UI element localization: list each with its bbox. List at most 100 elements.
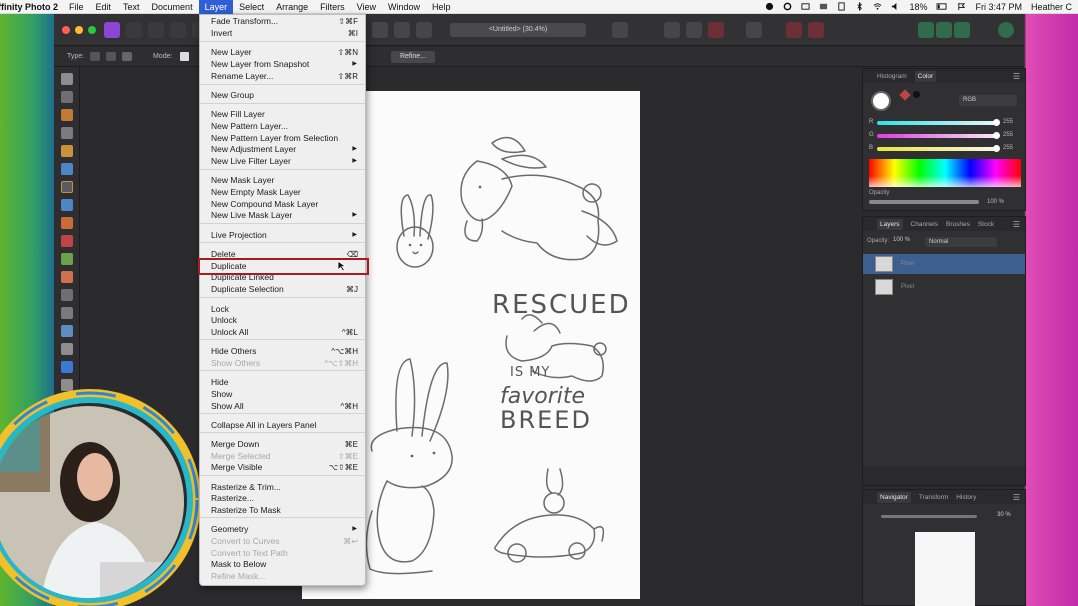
- layer-opacity-value[interactable]: 100 %: [893, 237, 910, 243]
- volume-icon[interactable]: [891, 2, 900, 11]
- record-icon[interactable]: [765, 2, 774, 11]
- menu-item-new-live-filter-layer[interactable]: New Live Filter Layer ▶: [200, 156, 365, 167]
- menu-item-hide-others[interactable]: Hide Others ^⌥⌘H: [200, 346, 365, 357]
- assistant-button[interactable]: [746, 22, 762, 38]
- type-rect-icon[interactable]: [90, 52, 100, 61]
- erase-brush-tool-icon[interactable]: [61, 253, 73, 265]
- menu-item-invert[interactable]: Invert ⌘I: [200, 28, 365, 39]
- menu-item-fade-transform[interactable]: Fade Transform... ⇧⌘F: [200, 16, 365, 27]
- flood-fill-tool-icon[interactable]: [61, 199, 73, 211]
- toolbar-button-2[interactable]: [394, 22, 410, 38]
- layer-row[interactable]: Pixel: [863, 277, 1025, 297]
- panel-menu-icon[interactable]: ☰: [1013, 220, 1020, 229]
- zoom-window-button[interactable]: [88, 26, 96, 34]
- tab-histogram[interactable]: Histogram: [877, 73, 907, 80]
- studio-button-3[interactable]: [954, 22, 970, 38]
- panel-menu-icon[interactable]: ☰: [1013, 72, 1020, 81]
- tone-map-persona-icon[interactable]: [170, 22, 186, 38]
- zoom-tool-icon[interactable]: [61, 307, 73, 319]
- menu-item-show[interactable]: Show: [200, 389, 365, 400]
- color-picker-icon[interactable]: [899, 89, 911, 101]
- crop-tool-icon[interactable]: [61, 127, 73, 139]
- menu-item-mask-to-below[interactable]: Mask to Below: [200, 559, 365, 570]
- opacity-value[interactable]: 100 %: [987, 199, 1004, 205]
- app-menu[interactable]: ffinity Photo 2: [0, 2, 63, 12]
- tab-transform[interactable]: Transform: [919, 494, 948, 501]
- menu-item-geometry[interactable]: Geometry ▶: [200, 524, 365, 535]
- battery-icon[interactable]: [936, 2, 948, 11]
- tray-icon-3[interactable]: [837, 2, 846, 11]
- tab-color[interactable]: Color: [914, 70, 937, 82]
- blend-mode-select[interactable]: Normal: [925, 237, 997, 247]
- tray-icon-2[interactable]: [819, 2, 828, 11]
- menu-document[interactable]: Document: [146, 0, 199, 14]
- primary-color-swatch[interactable]: [871, 91, 891, 111]
- menu-layer[interactable]: Layer: [198, 0, 234, 14]
- tab-brushes[interactable]: Brushes: [946, 221, 970, 228]
- menu-item-merge-down[interactable]: Merge Down ⌘E: [200, 439, 365, 450]
- mode-new-icon[interactable]: [180, 52, 189, 61]
- close-window-button[interactable]: [62, 26, 70, 34]
- menu-help[interactable]: Help: [426, 0, 457, 14]
- color-mode-select[interactable]: RGB: [959, 95, 1017, 106]
- menu-item-show-all[interactable]: Show All ^⌘H: [200, 401, 365, 412]
- menu-arrange[interactable]: Arrange: [270, 0, 314, 14]
- dodge-brush-tool-icon[interactable]: [61, 271, 73, 283]
- photo-persona-icon[interactable]: [104, 22, 120, 38]
- layer-row-selected[interactable]: Pixel: [863, 254, 1025, 274]
- menu-item-rasterize-trim[interactable]: Rasterize & Trim...: [200, 482, 365, 493]
- menu-item-new-pattern-layer-from-selection[interactable]: New Pattern Layer from Selection: [200, 133, 365, 144]
- snapping-options-button[interactable]: [708, 22, 724, 38]
- menu-item-live-projection[interactable]: Live Projection ▶: [200, 230, 365, 241]
- paint-brush-tool-icon[interactable]: [61, 217, 73, 229]
- selection-mode-button[interactable]: [808, 22, 824, 38]
- tab-stock[interactable]: Stock: [978, 221, 994, 228]
- account-icon[interactable]: [998, 22, 1014, 38]
- document-title[interactable]: <Untitled> (30.4%): [450, 23, 586, 37]
- pen-tool-icon[interactable]: [61, 343, 73, 355]
- menu-item-new-pattern-layer[interactable]: New Pattern Layer...: [200, 121, 365, 132]
- menu-view[interactable]: View: [351, 0, 382, 14]
- menu-item-new-mask-layer[interactable]: New Mask Layer: [200, 175, 365, 186]
- menu-filters[interactable]: Filters: [314, 0, 351, 14]
- develop-persona-icon[interactable]: [148, 22, 164, 38]
- color-picker-tool-icon[interactable]: [61, 109, 73, 121]
- gear-icon[interactable]: [783, 2, 792, 11]
- color-spectrum[interactable]: [869, 159, 1021, 187]
- studio-button-1[interactable]: [918, 22, 934, 38]
- zoom-value[interactable]: 30 %: [997, 512, 1011, 518]
- studio-button-2[interactable]: [936, 22, 952, 38]
- type-lasso-icon[interactable]: [106, 52, 116, 61]
- selection-brush-tool-icon[interactable]: [61, 145, 73, 157]
- menu-item-new-empty-mask-layer[interactable]: New Empty Mask Layer: [200, 187, 365, 198]
- slider-green[interactable]: G 255: [869, 132, 1021, 140]
- menu-item-new-group[interactable]: New Group: [200, 90, 365, 101]
- user-name[interactable]: Heather C: [1031, 2, 1072, 12]
- pixel-tool-icon[interactable]: [61, 235, 73, 247]
- menu-item-new-layer-from-snapshot[interactable]: New Layer from Snapshot ▶: [200, 59, 365, 70]
- menu-text[interactable]: Text: [117, 0, 146, 14]
- flood-select-tool-icon[interactable]: [61, 163, 73, 175]
- navigator-preview[interactable]: [915, 532, 975, 606]
- menu-item-rename-layer[interactable]: Rename Layer... ⇧⌘R: [200, 71, 365, 82]
- tab-channels[interactable]: Channels: [911, 221, 938, 228]
- tab-layers[interactable]: Layers: [877, 218, 903, 230]
- menu-item-new-compound-mask-layer[interactable]: New Compound Mask Layer: [200, 199, 365, 210]
- menu-item-new-fill-layer[interactable]: New Fill Layer: [200, 109, 365, 120]
- liquify-persona-icon[interactable]: [126, 22, 142, 38]
- menu-item-new-live-mask-layer[interactable]: New Live Mask Layer ▶: [200, 210, 365, 221]
- clock[interactable]: Fri 3:47 PM: [975, 2, 1022, 12]
- slider-red[interactable]: R 255: [869, 119, 1021, 127]
- tab-navigator[interactable]: Navigator: [877, 491, 911, 503]
- blur-tool-icon[interactable]: [61, 361, 73, 373]
- menu-item-unlock-all[interactable]: Unlock All ^⌘L: [200, 327, 365, 338]
- menu-item-lock[interactable]: Lock: [200, 304, 365, 315]
- refine-button[interactable]: Refine...: [391, 51, 435, 63]
- move-tool-icon[interactable]: [61, 91, 73, 103]
- snap-button[interactable]: [686, 22, 702, 38]
- swap-colors-icon[interactable]: [913, 91, 920, 98]
- view-mode-button[interactable]: [612, 22, 628, 38]
- toolbar-button-1[interactable]: [372, 22, 388, 38]
- bluetooth-icon[interactable]: [855, 2, 864, 11]
- tray-icon[interactable]: [801, 2, 810, 11]
